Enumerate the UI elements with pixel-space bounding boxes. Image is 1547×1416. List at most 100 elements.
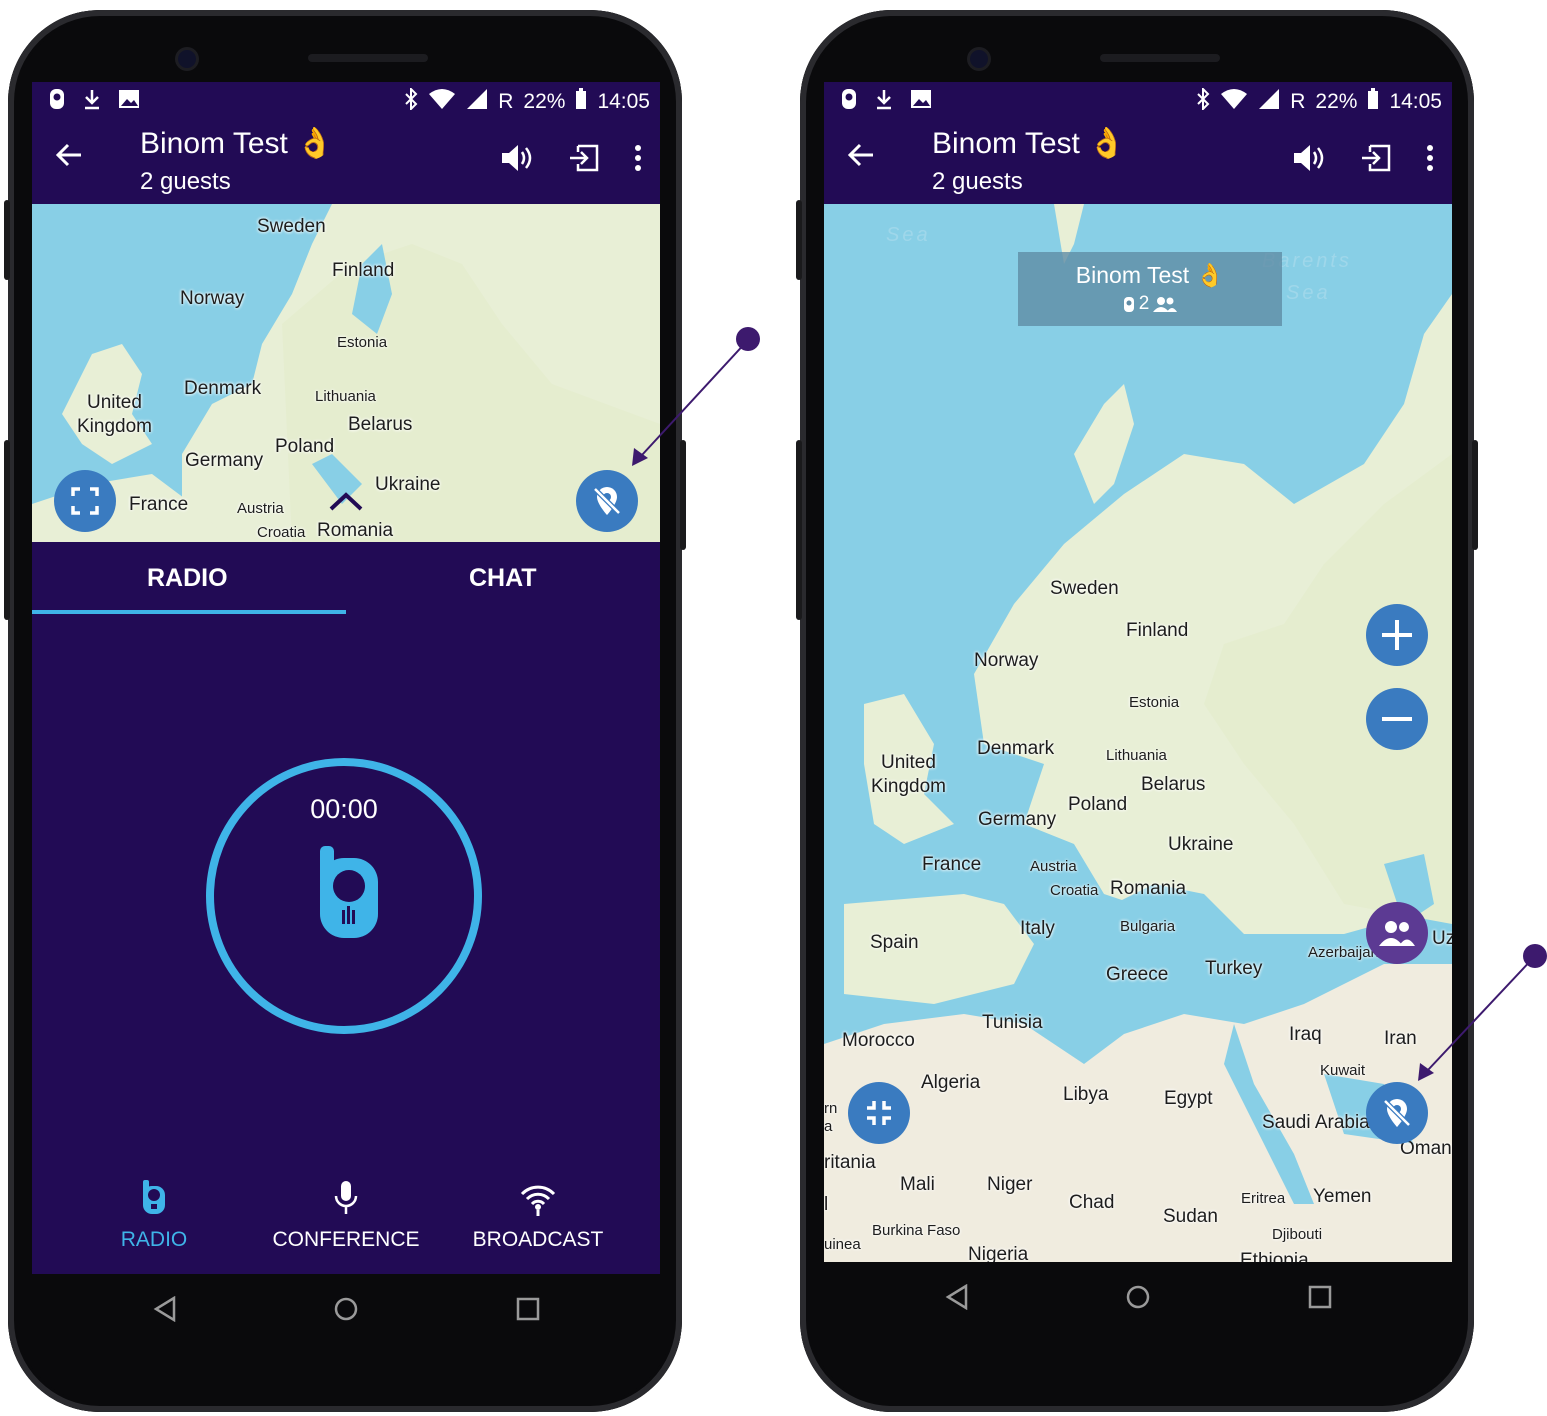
group-info-card[interactable]: Binom Test 👌 2 [1018, 252, 1282, 326]
map-label: Nigeria [968, 1244, 1029, 1262]
fullscreen-map-view[interactable]: Sea Barents Sea Binom Test 👌 2 Sweden Fi… [824, 204, 1452, 1262]
nav-conference-label: CONFERENCE [272, 1228, 420, 1251]
expand-map-button[interactable] [54, 470, 116, 532]
map-label: Finland [332, 260, 395, 281]
map-label: Italy [1020, 918, 1055, 939]
map-label: Egypt [1164, 1088, 1213, 1109]
nav-back-icon[interactable] [944, 1284, 970, 1310]
right-phone: R 22% 14:05 Binom Test 👌 2 guests Sea Ba… [796, 10, 1478, 1412]
battery-icon [1367, 88, 1379, 116]
left-screen: R 22% 14:05 Binom Test 👌 2 guests Sweden… [32, 82, 660, 1274]
signal-icon [1258, 88, 1280, 116]
people-icon [1153, 297, 1178, 312]
system-navbar [32, 1274, 660, 1344]
map-label: Sudan [1163, 1206, 1218, 1227]
channel-title-text: Binom Test [932, 127, 1080, 160]
map-label: Bulgaria [1120, 918, 1176, 935]
nav-recents-icon[interactable] [516, 1297, 540, 1321]
map-label: Denmark [977, 738, 1055, 759]
map-label: ritania [824, 1152, 876, 1173]
map-view[interactable]: Sweden Finland Norway Estonia Denmark Li… [32, 204, 660, 542]
map-label: Morocco [842, 1030, 915, 1051]
earpiece [1100, 54, 1220, 62]
map-label: United [881, 752, 936, 773]
more-vert-icon[interactable] [1426, 144, 1434, 177]
tab-chat[interactable]: CHAT [469, 564, 537, 593]
right-phone-button [796, 440, 802, 620]
map-label: Greece [1106, 964, 1169, 985]
back-arrow-icon[interactable] [846, 140, 876, 175]
map-label: Ukraine [1168, 834, 1234, 855]
microphone-icon [334, 1181, 358, 1214]
download-icon [82, 88, 102, 116]
minus-icon [1382, 717, 1412, 721]
map-label: Estonia [1129, 694, 1180, 711]
map-label: Denmark [184, 378, 262, 399]
battery-icon [575, 88, 587, 116]
map-label: Lithuania [1106, 747, 1167, 764]
map-label: Sweden [257, 216, 326, 237]
ok-hand-emoji: 👌 [1195, 262, 1225, 288]
collapse-handle-icon[interactable] [328, 490, 364, 517]
map-label: rn [824, 1100, 838, 1117]
map-label: Niger [987, 1174, 1033, 1195]
back-arrow-icon[interactable] [54, 140, 84, 175]
speaker-icon[interactable] [500, 142, 534, 179]
status-bar: R 22% 14:05 [32, 82, 660, 120]
map-label: Norway [180, 288, 245, 309]
left-phone: R 22% 14:05 Binom Test 👌 2 guests Sweden… [4, 10, 686, 1412]
status-bar: R 22% 14:05 [824, 82, 1452, 120]
bluetooth-icon [1196, 86, 1210, 116]
map-label: Djibouti [1272, 1226, 1323, 1243]
pointer-dot [1523, 944, 1547, 968]
nav-radio[interactable]: RADIO [59, 1180, 249, 1252]
push-to-talk-button[interactable]: 00:00 [206, 758, 482, 1034]
download-icon [874, 88, 894, 116]
right-screen: R 22% 14:05 Binom Test 👌 2 guests Sea Ba… [824, 82, 1452, 1262]
location-off-button[interactable] [1366, 1082, 1428, 1144]
signal-icon [466, 88, 488, 116]
zoom-in-button[interactable] [1366, 604, 1428, 666]
nav-conference[interactable]: CONFERENCE [251, 1180, 441, 1252]
map-label: Burkina Faso [872, 1222, 961, 1239]
group-card-title: Binom Test 👌 [1018, 262, 1282, 289]
map-label: France [922, 854, 982, 875]
nav-back-icon[interactable] [152, 1296, 178, 1322]
nav-broadcast[interactable]: BROADCAST [443, 1180, 633, 1252]
sea-label: Sea [1286, 282, 1331, 304]
tab-radio[interactable]: RADIO [147, 564, 228, 593]
map-label: Uz [1432, 928, 1452, 949]
nav-recents-icon[interactable] [1308, 1285, 1332, 1309]
map-label: Austria [237, 500, 284, 517]
map-land [824, 204, 1452, 1262]
guest-count: 2 guests [932, 168, 1023, 195]
members-button[interactable] [1366, 902, 1428, 964]
exit-channel-icon[interactable] [1360, 143, 1392, 178]
more-vert-icon[interactable] [634, 144, 642, 177]
left-phone-button [4, 200, 10, 280]
group-card-meta: 2 [1018, 293, 1282, 315]
left-phone-button [4, 440, 10, 620]
plus-icon [1382, 620, 1412, 650]
front-camera [178, 50, 196, 68]
nav-home-icon[interactable] [333, 1296, 359, 1322]
map-label: United [87, 392, 142, 413]
map-label: Chad [1069, 1192, 1115, 1213]
map-label: Belarus [1141, 774, 1206, 795]
map-label: Libya [1063, 1084, 1109, 1105]
map-label: Germany [978, 809, 1057, 830]
fullscreen-icon [71, 487, 99, 515]
map-label: Ethiopia [1240, 1250, 1309, 1262]
exit-channel-icon[interactable] [568, 143, 600, 178]
clock: 14:05 [597, 90, 650, 113]
map-label: Kingdom [77, 416, 152, 437]
location-off-button[interactable] [576, 470, 638, 532]
nav-home-icon[interactable] [1125, 1284, 1151, 1310]
group-card-count: 2 [1138, 293, 1150, 314]
speaker-icon[interactable] [1292, 142, 1326, 179]
map-label: Saudi Arabia [1262, 1112, 1370, 1133]
map-label: Sweden [1050, 578, 1119, 599]
zoom-out-button[interactable] [1366, 688, 1428, 750]
map-label: France [129, 494, 189, 515]
collapse-map-button[interactable] [848, 1082, 910, 1144]
